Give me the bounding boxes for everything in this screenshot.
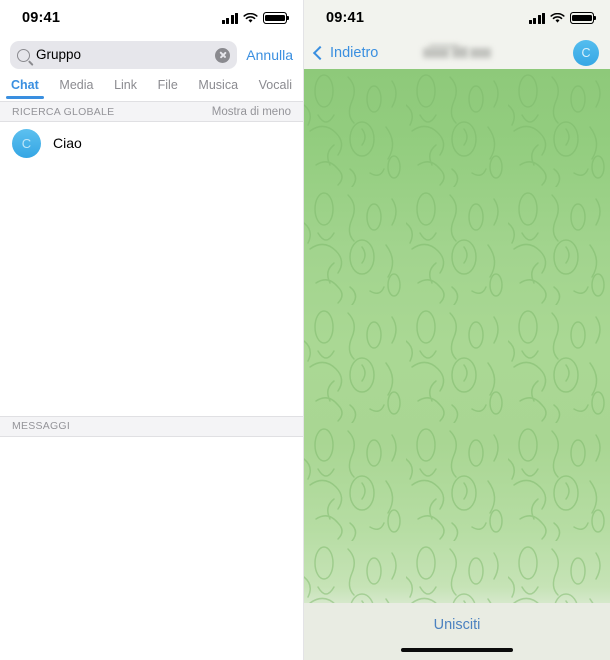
home-indicator[interactable] bbox=[401, 647, 513, 652]
search-input-value: Gruppo bbox=[36, 47, 82, 63]
chevron-left-icon bbox=[312, 45, 328, 60]
chat-wallpaper bbox=[304, 69, 610, 603]
status-bar-icons bbox=[221, 12, 289, 24]
avatar: C bbox=[12, 128, 41, 158]
show-less-button[interactable]: Mostra di meno bbox=[212, 106, 291, 118]
dual-screenshot-container: 09:41 Gruppo Annulla Chat Media Link Fil… bbox=[0, 0, 610, 660]
doodle-pattern-icon bbox=[304, 69, 610, 603]
cancel-search-button[interactable]: Annulla bbox=[246, 47, 293, 63]
tab-musica[interactable]: Musica bbox=[196, 78, 240, 98]
results-empty-space bbox=[0, 164, 303, 416]
messages-section-header: MESSAGGI bbox=[0, 415, 303, 437]
join-bar: Unisciti bbox=[304, 603, 610, 660]
wifi-icon bbox=[550, 12, 565, 23]
battery-icon bbox=[263, 12, 289, 24]
global-search-header-label: RICERCA GLOBALE bbox=[12, 105, 115, 118]
messages-header-label: MESSAGGI bbox=[12, 420, 71, 432]
left-screen-search: 09:41 Gruppo Annulla Chat Media Link Fil… bbox=[0, 0, 304, 660]
list-item-title: Ciao bbox=[53, 135, 82, 151]
status-bar-time: 09:41 bbox=[22, 10, 61, 26]
global-search-section-header: RICERCA GLOBALE Mostra di meno bbox=[0, 101, 303, 122]
status-bar-left: 09:41 bbox=[0, 0, 303, 36]
status-bar-right: 09:41 bbox=[304, 0, 610, 36]
list-item[interactable]: C Ciao bbox=[0, 122, 303, 164]
join-button[interactable]: Unisciti bbox=[434, 617, 481, 633]
tab-link[interactable]: Link bbox=[112, 78, 139, 98]
right-screen-chat: 09:41 Indietro C Unisciti bbox=[304, 0, 610, 660]
search-results-body: RICERCA GLOBALE Mostra di meno C Ciao ME… bbox=[0, 101, 303, 660]
search-filter-tabs: Chat Media Link File Musica Vocali bbox=[0, 74, 303, 101]
tab-chat[interactable]: Chat bbox=[6, 78, 44, 99]
search-input[interactable]: Gruppo bbox=[10, 41, 238, 69]
wifi-icon bbox=[243, 12, 258, 23]
chat-navbar: Indietro C bbox=[304, 36, 610, 69]
clear-search-icon[interactable] bbox=[215, 47, 231, 63]
back-button-label: Indietro bbox=[330, 44, 379, 61]
battery-icon bbox=[570, 12, 596, 24]
tab-media[interactable]: Media bbox=[57, 78, 95, 98]
chat-avatar[interactable]: C bbox=[573, 39, 599, 66]
cellular-signal-icon bbox=[221, 12, 238, 24]
search-icon bbox=[17, 48, 30, 62]
chat-title-redacted bbox=[421, 43, 493, 63]
tab-vocali[interactable]: Vocali bbox=[257, 78, 294, 98]
search-bar-row: Gruppo Annulla bbox=[0, 36, 303, 74]
status-bar-time: 09:41 bbox=[326, 10, 365, 26]
status-bar-icons bbox=[528, 12, 596, 24]
back-button[interactable]: Indietro bbox=[312, 44, 379, 61]
messages-empty-space bbox=[0, 436, 303, 660]
cellular-signal-icon bbox=[528, 12, 545, 24]
tab-file[interactable]: File bbox=[156, 78, 180, 98]
